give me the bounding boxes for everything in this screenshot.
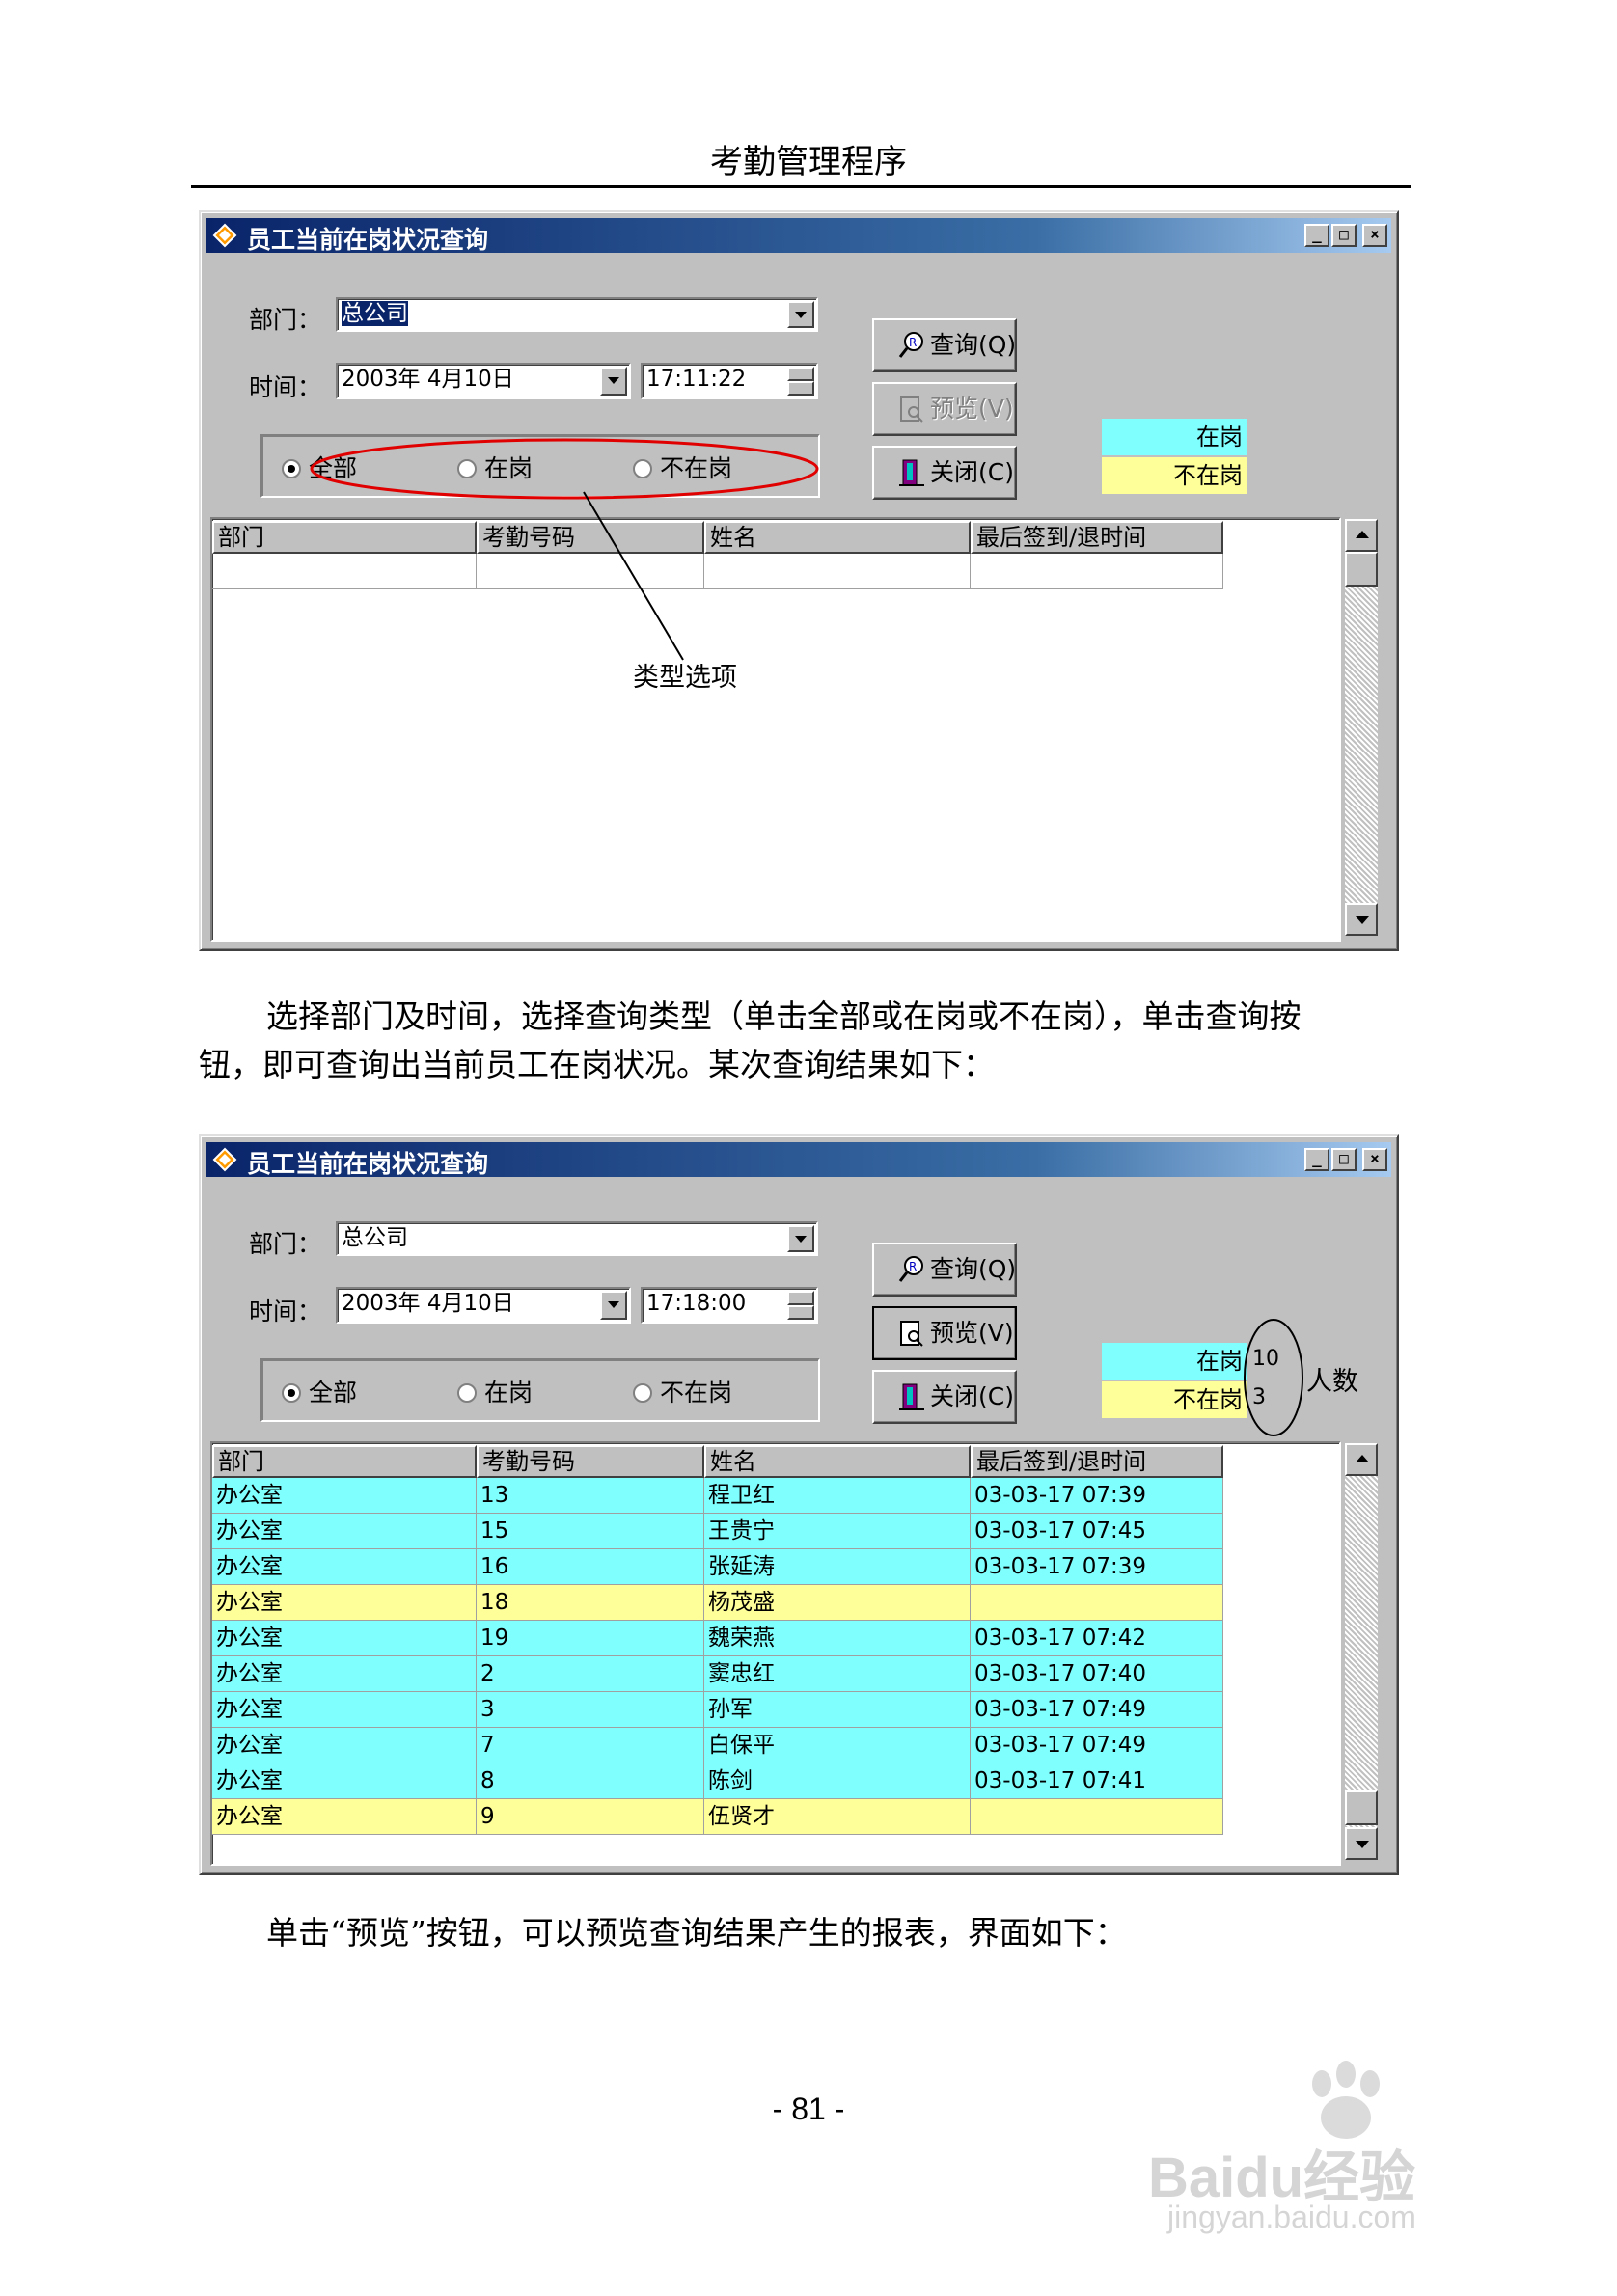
dept-label: 部门： bbox=[249, 1230, 322, 1258]
scroll-up-button[interactable] bbox=[1345, 1443, 1378, 1476]
cell-name: 杨茂盛 bbox=[704, 1585, 971, 1621]
cell-name: 伍贤才 bbox=[704, 1799, 971, 1835]
maximize-button[interactable]: □ bbox=[1331, 1148, 1357, 1171]
cell-dept: 办公室 bbox=[212, 1763, 477, 1799]
column-header-name[interactable]: 姓名 bbox=[704, 1445, 971, 1478]
cell-dept: 办公室 bbox=[212, 1621, 477, 1656]
cell-name: 张延涛 bbox=[704, 1549, 971, 1585]
cell-name: 孙军 bbox=[704, 1692, 971, 1728]
cell-id: 8 bbox=[477, 1763, 704, 1799]
minimize-button[interactable]: _ bbox=[1304, 1148, 1329, 1171]
cell-time: 03-03-17 07:39 bbox=[971, 1549, 1223, 1585]
table-row[interactable]: 办公室 13 程卫红 03-03-17 07:39 bbox=[212, 1478, 1223, 1514]
cell-time: 03-03-17 07:40 bbox=[971, 1656, 1223, 1692]
table-row[interactable]: 办公室 18 杨茂盛 bbox=[212, 1585, 1223, 1621]
count-ellipse bbox=[1244, 1319, 1303, 1436]
paragraph-1-line-1: 选择部门及时间，选择查询类型（单击全部或在岗或不在岗），单击查询按 bbox=[266, 998, 1302, 1035]
dept-select[interactable]: 总公司 bbox=[336, 1221, 818, 1256]
cell-time: 03-03-17 07:39 bbox=[971, 1478, 1223, 1514]
cell-dept: 办公室 bbox=[212, 1799, 477, 1835]
cell-dept: 办公室 bbox=[212, 1692, 477, 1728]
cell-time: 03-03-17 07:49 bbox=[971, 1692, 1223, 1728]
cell-name: 白保平 bbox=[704, 1728, 971, 1763]
scroll-down-button[interactable] bbox=[1345, 1827, 1378, 1860]
table-row[interactable]: 办公室 9 伍贤才 bbox=[212, 1799, 1223, 1835]
chevron-down-icon[interactable] bbox=[787, 1225, 814, 1252]
magnifier-icon: R bbox=[898, 1256, 923, 1282]
column-header-id[interactable]: 考勤号码 bbox=[477, 1445, 704, 1478]
table-row[interactable]: 办公室 8 陈剑 03-03-17 07:41 bbox=[212, 1763, 1223, 1799]
watermark-url: jingyan.baidu.com bbox=[1167, 2200, 1416, 2234]
cell-time bbox=[971, 1799, 1223, 1835]
cell-id: 7 bbox=[477, 1728, 704, 1763]
cell-id: 13 bbox=[477, 1478, 704, 1514]
type-option-ellipse bbox=[310, 438, 819, 500]
cell-time: 03-03-17 07:49 bbox=[971, 1728, 1223, 1763]
query-window-2: 员工当前在岗状况查询 _ □ × 部门： 总公司 时间： 2003年 4月10日… bbox=[199, 1134, 1399, 1875]
cell-id: 15 bbox=[477, 1514, 704, 1549]
cell-id: 3 bbox=[477, 1692, 704, 1728]
table-row[interactable]: 办公室 19 魏荣燕 03-03-17 07:42 bbox=[212, 1621, 1223, 1656]
annotation-overlay-1 bbox=[310, 438, 819, 661]
cell-name: 陈剑 bbox=[704, 1763, 971, 1799]
cell-time: 03-03-17 07:41 bbox=[971, 1763, 1223, 1799]
query-button[interactable]: R 查询(Q) bbox=[872, 1243, 1017, 1297]
cell-id: 19 bbox=[477, 1621, 704, 1656]
paragraph-1-line-2: 钮，即可查询出当前员工在岗状况。某次查询结果如下： bbox=[199, 1046, 995, 1083]
table-row[interactable]: 办公室 3 孙军 03-03-17 07:49 bbox=[212, 1692, 1223, 1728]
window-title: 员工当前在岗状况查询 bbox=[247, 1150, 489, 1178]
paragraph-2: 单击“预览”按钮，可以预览查询结果产生的报表，界面如下： bbox=[266, 1914, 1127, 1952]
cell-time: 03-03-17 07:42 bbox=[971, 1621, 1223, 1656]
results-grid[interactable]: 部门 考勤号码 姓名 最后签到/退时间 办公室 13 程卫红 03-03-17 07:… bbox=[210, 1441, 1341, 1866]
query-label: 查询(Q) bbox=[930, 1255, 1017, 1283]
cell-name: 窦忠红 bbox=[704, 1656, 971, 1692]
table-row[interactable]: 办公室 7 白保平 03-03-17 07:49 bbox=[212, 1728, 1223, 1763]
cell-dept: 办公室 bbox=[212, 1585, 477, 1621]
vertical-scrollbar[interactable] bbox=[1345, 1443, 1378, 1860]
annotation-leader-line bbox=[583, 491, 684, 661]
scroll-thumb[interactable] bbox=[1345, 1790, 1378, 1825]
baidu-watermark: Baidu经验 jingyan.baidu.com bbox=[1148, 2055, 1534, 2248]
cell-dept: 办公室 bbox=[212, 1656, 477, 1692]
annotation-overlay-2 bbox=[1244, 1319, 1303, 1436]
cell-id: 16 bbox=[477, 1549, 704, 1585]
cell-name: 魏荣燕 bbox=[704, 1621, 971, 1656]
column-header-time[interactable]: 最后签到/退时间 bbox=[971, 1445, 1223, 1478]
cell-dept: 办公室 bbox=[212, 1514, 477, 1549]
app-icon bbox=[212, 1147, 237, 1172]
cell-name: 王贵宁 bbox=[704, 1514, 971, 1549]
cell-time: 03-03-17 07:45 bbox=[971, 1514, 1223, 1549]
cell-id: 2 bbox=[477, 1656, 704, 1692]
table-row[interactable]: 办公室 2 窦忠红 03-03-17 07:40 bbox=[212, 1656, 1223, 1692]
cell-name: 程卫红 bbox=[704, 1478, 971, 1514]
dept-value: 总公司 bbox=[342, 1225, 408, 1250]
cell-dept: 办公室 bbox=[212, 1549, 477, 1585]
cell-dept: 办公室 bbox=[212, 1728, 477, 1763]
title-bar[interactable]: 员工当前在岗状况查询 _ □ × bbox=[206, 1142, 1391, 1178]
svg-text:R: R bbox=[909, 1260, 917, 1273]
table-row[interactable]: 办公室 16 张延涛 03-03-17 07:39 bbox=[212, 1549, 1223, 1585]
cell-dept: 办公室 bbox=[212, 1478, 477, 1514]
cell-id: 9 bbox=[477, 1799, 704, 1835]
column-header-dept[interactable]: 部门 bbox=[212, 1445, 477, 1478]
cell-time bbox=[971, 1585, 1223, 1621]
table-row[interactable]: 办公室 15 王贵宁 03-03-17 07:45 bbox=[212, 1514, 1223, 1549]
cell-id: 18 bbox=[477, 1585, 704, 1621]
close-window-button[interactable]: × bbox=[1362, 1148, 1387, 1171]
